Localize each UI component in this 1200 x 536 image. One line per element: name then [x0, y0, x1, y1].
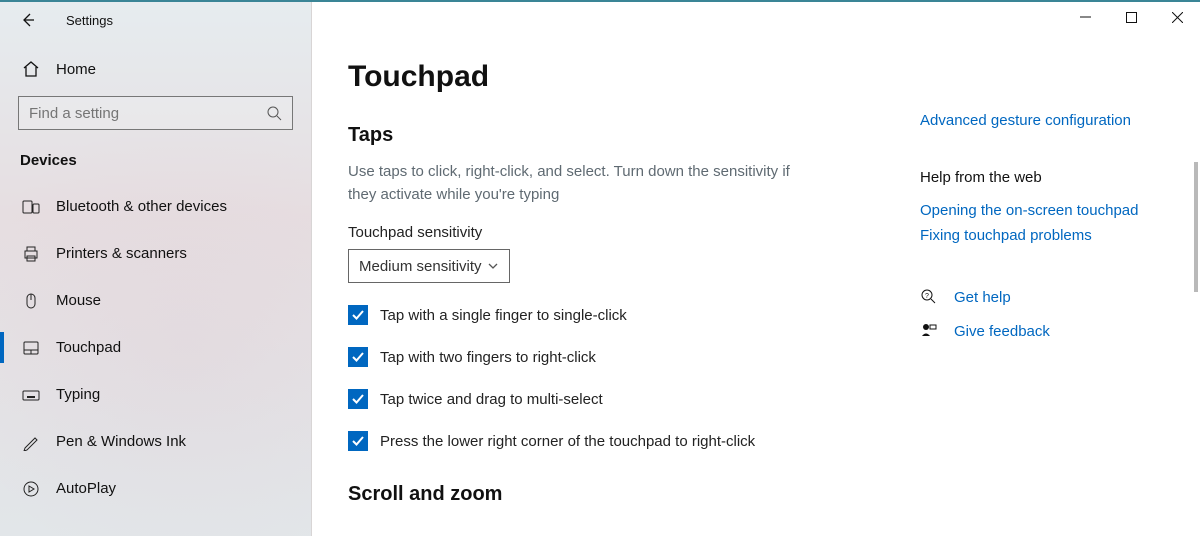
sidebar: Home Devices Bluetooth & other devices P…: [0, 2, 312, 536]
svg-text:?: ?: [925, 293, 929, 300]
check-label: Tap with two fingers to right-click: [380, 349, 596, 366]
autoplay-icon: [20, 480, 42, 498]
printer-icon: [20, 245, 42, 263]
section-header: Devices: [0, 144, 311, 183]
scrollbar[interactable]: [1194, 162, 1198, 292]
nav-bluetooth[interactable]: Bluetooth & other devices: [0, 183, 311, 230]
window-title: Settings: [66, 13, 113, 28]
check-label: Press the lower right corner of the touc…: [380, 433, 755, 450]
nav-mouse[interactable]: Mouse: [0, 277, 311, 324]
checkbox-icon: [348, 431, 368, 451]
advanced-link[interactable]: Advanced gesture configuration: [920, 112, 1160, 129]
content-area: Touchpad Taps Use taps to click, right-c…: [312, 2, 1200, 536]
check-corner[interactable]: Press the lower right corner of the touc…: [348, 431, 938, 451]
nav-touchpad[interactable]: Touchpad: [0, 324, 311, 371]
side-panel: Advanced gesture configuration Help from…: [920, 112, 1160, 340]
help-icon: ?: [920, 288, 942, 306]
check-drag[interactable]: Tap twice and drag to multi-select: [348, 389, 938, 409]
mouse-icon: [20, 292, 42, 310]
nav-label: Pen & Windows Ink: [56, 433, 186, 450]
feedback-link: Give feedback: [954, 323, 1050, 340]
nav-label: Printers & scanners: [56, 245, 187, 262]
nav-typing[interactable]: Typing: [0, 371, 311, 418]
nav-label: Touchpad: [56, 339, 121, 356]
bluetooth-icon: [20, 198, 42, 216]
help-link-onscreen[interactable]: Opening the on-screen touchpad: [920, 202, 1160, 219]
pen-icon: [20, 433, 42, 451]
chevron-down-icon: [487, 260, 499, 272]
feedback-icon: [920, 322, 942, 340]
section-taps: Taps: [348, 124, 938, 147]
search-icon: [266, 105, 282, 121]
check-label: Tap with a single finger to single-click: [380, 307, 627, 324]
section-scroll: Scroll and zoom: [348, 483, 938, 506]
check-two-finger[interactable]: Tap with two fingers to right-click: [348, 347, 938, 367]
close-button[interactable]: [1154, 2, 1200, 32]
taps-description: Use taps to click, right-click, and sele…: [348, 161, 818, 206]
help-heading: Help from the web: [920, 169, 1160, 186]
home-icon: [20, 60, 42, 78]
checkbox-icon: [348, 347, 368, 367]
search-input[interactable]: [29, 105, 266, 122]
nav-label: Bluetooth & other devices: [56, 198, 227, 215]
title-bar: Settings: [0, 2, 1200, 38]
nav-pen[interactable]: Pen & Windows Ink: [0, 418, 311, 465]
checkbox-icon: [348, 389, 368, 409]
maximize-button[interactable]: [1108, 2, 1154, 32]
page-title: Touchpad: [348, 60, 938, 94]
nav-label: Mouse: [56, 292, 101, 309]
get-help-link: Get help: [954, 289, 1011, 306]
feedback-row[interactable]: Give feedback: [920, 322, 1160, 340]
nav-printers[interactable]: Printers & scanners: [0, 230, 311, 277]
check-label: Tap twice and drag to multi-select: [380, 391, 603, 408]
checkbox-icon: [348, 305, 368, 325]
search-box[interactable]: [18, 96, 293, 130]
get-help-row[interactable]: ? Get help: [920, 288, 1160, 306]
home-nav[interactable]: Home: [0, 50, 311, 88]
sensitivity-select[interactable]: Medium sensitivity: [348, 249, 510, 283]
sensitivity-value: Medium sensitivity: [359, 258, 482, 275]
keyboard-icon: [20, 386, 42, 404]
nav-label: Typing: [56, 386, 100, 403]
nav-autoplay[interactable]: AutoPlay: [0, 465, 311, 512]
home-label: Home: [56, 61, 96, 78]
check-single-finger[interactable]: Tap with a single finger to single-click: [348, 305, 938, 325]
nav-label: AutoPlay: [56, 480, 116, 497]
back-button[interactable]: [14, 6, 42, 34]
minimize-button[interactable]: [1062, 2, 1108, 32]
touchpad-icon: [20, 339, 42, 357]
help-link-fixing[interactable]: Fixing touchpad problems: [920, 227, 1160, 244]
sensitivity-label: Touchpad sensitivity: [348, 224, 938, 241]
